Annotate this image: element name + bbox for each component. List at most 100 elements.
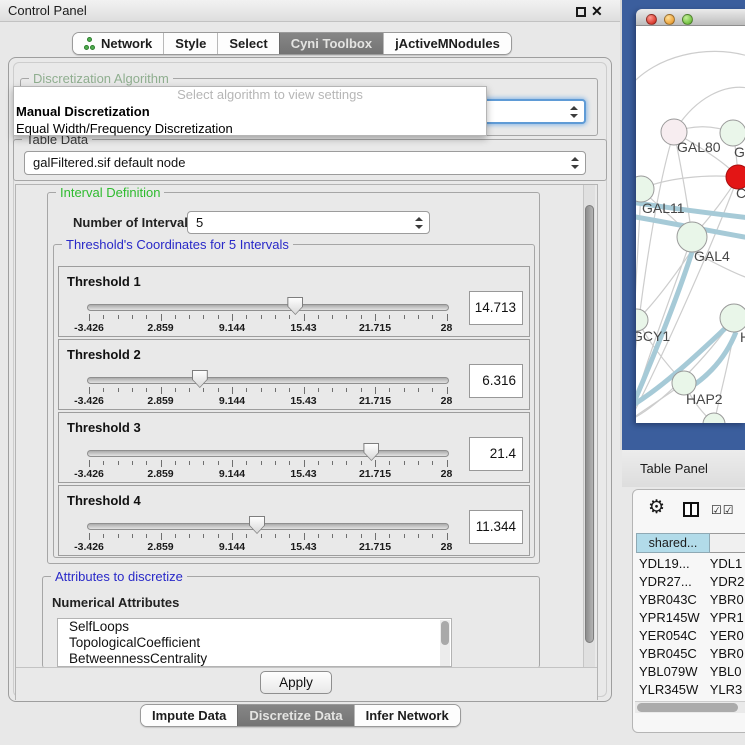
close-icon[interactable]: ✕ xyxy=(591,2,603,20)
slider-ticks: -3.4262.8599.14415.4321.71528 xyxy=(59,486,529,555)
numerical-attribute-item[interactable]: TopologicalCoefficient xyxy=(58,635,451,651)
vertical-scrollbar-thumb[interactable] xyxy=(585,205,594,643)
algorithm-option-manual[interactable]: Manual Discretization xyxy=(14,103,486,120)
network-edge xyxy=(636,51,745,86)
cell-name[interactable]: YBR0 xyxy=(707,591,745,609)
network-node-H[interactable] xyxy=(720,304,745,332)
tab-label: Style xyxy=(175,33,206,54)
cell-shared-name[interactable]: YBL079W xyxy=(636,663,707,681)
float-window-icon[interactable] xyxy=(576,7,586,17)
control-panel-title: Control Panel xyxy=(8,3,87,18)
combo-stepper-icon xyxy=(571,157,578,169)
gear-icon[interactable]: ⚙ xyxy=(648,498,665,518)
cell-shared-name[interactable]: YPR145W xyxy=(636,609,707,627)
bottom-tab-discretize-data[interactable]: Discretize Data xyxy=(237,705,353,726)
algorithm-prompt: Select algorithm to view settings xyxy=(14,87,486,103)
attributes-group-title: Attributes to discretize xyxy=(51,569,187,584)
tab-label: Infer Network xyxy=(366,705,449,726)
interval-definition-group-title: Interval Definition xyxy=(56,185,164,200)
tab-style[interactable]: Style xyxy=(163,33,217,54)
cell-shared-name[interactable]: YBR043C xyxy=(636,591,707,609)
minimize-traffic-light-icon[interactable] xyxy=(664,14,675,25)
network-node-label: HAP2 xyxy=(686,391,723,407)
numerical-attribute-item[interactable]: BetweennessCentrality xyxy=(58,651,451,667)
numerical-attributes-list[interactable]: SelfLoopsTopologicalCoefficientBetweenne… xyxy=(57,618,452,667)
table-row[interactable]: YER054CYER0 xyxy=(636,627,745,645)
table-panel-title: Table Panel xyxy=(640,461,708,476)
threshold-box-1: Threshold 1-3.4262.8599.14415.4321.71528… xyxy=(58,266,530,337)
cell-shared-name[interactable]: YDR27... xyxy=(636,573,707,591)
cell-name[interactable]: YBR0 xyxy=(707,645,745,663)
tab-select[interactable]: Select xyxy=(217,33,278,54)
control-panel-tab-bar: Network Style Select Cyni Toolbox jActiveMNo… xyxy=(72,32,512,55)
network-node-label: GCY1 xyxy=(636,328,670,344)
tab-label: Discretize Data xyxy=(249,705,342,726)
network-node-label: C xyxy=(736,185,745,201)
bottom-tab-infer-network[interactable]: Infer Network xyxy=(354,705,460,726)
network-node-label: GA xyxy=(734,144,745,160)
cell-name[interactable]: YDR2 xyxy=(707,573,745,591)
algorithm-dropdown-popup: Select algorithm to view settings Manual… xyxy=(13,86,487,136)
threshold-box-3: Threshold 3-3.4262.8599.14415.4321.71528… xyxy=(58,412,530,483)
split-panel-icon[interactable] xyxy=(683,502,699,517)
tab-jactivemnodules[interactable]: jActiveMNodules xyxy=(383,33,511,54)
numerical-attribute-item[interactable]: SelfLoops xyxy=(58,619,451,635)
table-row[interactable]: YDL19...YDL1 xyxy=(636,555,745,573)
cell-shared-name[interactable]: YDL19... xyxy=(636,555,707,573)
network-window: GAL80GACGAL11GAL4GCY1HHAP2 xyxy=(636,9,745,423)
table-row[interactable]: YLR345WYLR3 xyxy=(636,681,745,699)
bottom-tab-impute-data[interactable]: Impute Data xyxy=(141,705,237,726)
cell-shared-name[interactable]: YLR345W xyxy=(636,681,707,699)
horizontal-scrollbar[interactable] xyxy=(635,701,745,713)
threshold-value-field[interactable]: 21.4 xyxy=(469,437,523,471)
zoom-traffic-light-icon[interactable] xyxy=(682,14,693,25)
horizontal-scrollbar-thumb[interactable] xyxy=(637,703,738,712)
threshold-value-field[interactable]: 11.344 xyxy=(469,510,523,544)
attributes-list-scrollbar[interactable] xyxy=(440,620,450,667)
network-node-unlabeled[interactable] xyxy=(703,413,725,423)
network-node-label: GAL80 xyxy=(677,139,721,155)
network-node-GA[interactable] xyxy=(720,120,745,146)
apply-button[interactable]: Apply xyxy=(260,671,332,694)
thresholds-group-title: Threshold's Coordinates for 5 Intervals xyxy=(62,237,293,252)
number-of-intervals-combobox[interactable]: 5 xyxy=(187,211,430,234)
cell-name[interactable]: YPR1 xyxy=(707,609,745,627)
vertical-scrollbar[interactable] xyxy=(583,185,595,699)
network-node-label: GAL11 xyxy=(642,200,685,216)
table-data-combobox[interactable]: galFiltered.sif default node xyxy=(24,151,586,175)
close-traffic-light-icon[interactable] xyxy=(646,14,657,25)
table-row[interactable]: YBR045CYBR0 xyxy=(636,645,745,663)
threshold-value-field[interactable]: 6.316 xyxy=(469,364,523,398)
table-data-value: galFiltered.sif default node xyxy=(33,155,185,170)
table-panel-titlebar: Table Panel xyxy=(622,450,745,487)
select-columns-icon[interactable]: ☑☑ xyxy=(711,503,735,517)
table-row[interactable]: YBR043CYBR0 xyxy=(636,591,745,609)
bottom-tab-bar: Impute Data Discretize Data Infer Network xyxy=(140,704,461,727)
table-row[interactable]: YDR27...YDR2 xyxy=(636,573,745,591)
cell-name[interactable]: YER0 xyxy=(707,627,745,645)
column-header-name[interactable]: na xyxy=(710,533,745,553)
network-canvas[interactable]: GAL80GACGAL11GAL4GCY1HHAP2 xyxy=(636,26,745,423)
tab-network[interactable]: Network xyxy=(73,33,163,54)
algorithm-option-equal-width[interactable]: Equal Width/Frequency Discretization xyxy=(14,120,486,137)
number-of-intervals-value: 5 xyxy=(196,215,203,230)
cell-name[interactable]: YDL1 xyxy=(707,555,745,573)
tab-label: Cyni Toolbox xyxy=(291,33,372,54)
cell-shared-name[interactable]: YBR045C xyxy=(636,645,707,663)
network-window-titlebar[interactable] xyxy=(636,9,745,26)
combo-stepper-icon xyxy=(570,106,577,118)
slider-ticks: -3.4262.8599.14415.4321.71528 xyxy=(59,413,529,482)
table-row[interactable]: YBL079WYBL0 xyxy=(636,663,745,681)
threshold-box-2: Threshold 2-3.4262.8599.14415.4321.71528… xyxy=(58,339,530,410)
table-row[interactable]: YPR145WYPR1 xyxy=(636,609,745,627)
control-panel-titlebar: Control Panel xyxy=(0,0,620,22)
cell-name[interactable]: YLR3 xyxy=(707,681,745,699)
network-node-label: H xyxy=(740,329,745,345)
threshold-value-field[interactable]: 14.713 xyxy=(469,291,523,325)
cell-name[interactable]: YBL0 xyxy=(707,663,745,681)
table-header-row: shared... na xyxy=(636,533,745,553)
tab-cyni-toolbox[interactable]: Cyni Toolbox xyxy=(279,33,383,54)
column-header-shared-name[interactable]: shared... xyxy=(636,533,710,553)
cell-shared-name[interactable]: YER054C xyxy=(636,627,707,645)
attributes-scrollbar-thumb[interactable] xyxy=(441,621,449,645)
